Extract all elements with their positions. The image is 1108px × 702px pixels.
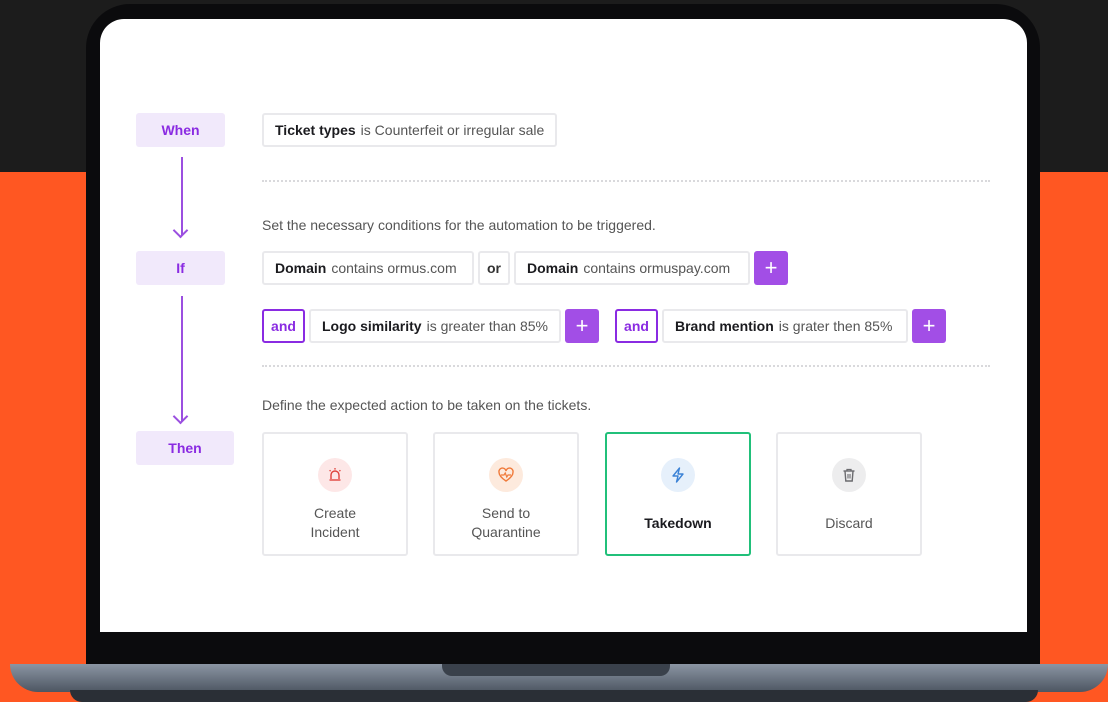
laptop-notch — [442, 664, 670, 676]
trigger-field: Ticket types — [275, 122, 356, 138]
siren-icon — [318, 458, 352, 492]
laptop-base-shadow — [70, 690, 1038, 702]
condition-value: contains ormuspay.com — [583, 260, 731, 276]
condition-field: Logo similarity — [322, 318, 422, 334]
action-send-to-quarantine[interactable]: Send to Quarantine — [433, 432, 579, 556]
condition-field: Domain — [527, 260, 579, 276]
action-label: Create Incident — [310, 505, 360, 540]
action-create-incident[interactable]: Create Incident — [262, 432, 408, 556]
operator-and[interactable]: and — [615, 309, 658, 343]
condition-field: Brand mention — [675, 318, 774, 334]
arrow-down-icon — [181, 296, 183, 421]
step-when: When — [136, 113, 225, 147]
trigger-condition: is Counterfeit or irregular sale — [360, 122, 545, 138]
automation-screen: When If Then Ticket types is Counterfeit… — [100, 19, 1027, 632]
operator-and[interactable]: and — [262, 309, 305, 343]
lightning-icon — [661, 458, 695, 492]
add-condition-button[interactable]: + — [754, 251, 788, 285]
actions-hint: Define the expected action to be taken o… — [262, 397, 592, 413]
divider — [262, 180, 990, 182]
action-label: Send to Quarantine — [471, 505, 541, 540]
condition-brand-mention[interactable]: Brand mention is grater then 85% — [662, 309, 908, 343]
condition-logo-similarity[interactable]: Logo similarity is greater than 85% — [309, 309, 561, 343]
add-condition-button[interactable]: + — [912, 309, 946, 343]
step-if: If — [136, 251, 225, 285]
condition-field: Domain — [275, 260, 327, 276]
divider — [262, 365, 990, 367]
step-then: Then — [136, 431, 234, 465]
action-takedown[interactable]: Takedown — [605, 432, 751, 556]
operator-or[interactable]: or — [478, 251, 510, 285]
heart-pulse-icon — [489, 458, 523, 492]
add-condition-button[interactable]: + — [565, 309, 599, 343]
action-label: Takedown — [644, 515, 712, 531]
condition-value: is grater then 85% — [778, 318, 893, 334]
trash-icon — [832, 458, 866, 492]
condition-value: contains ormus.com — [331, 260, 457, 276]
arrow-down-icon — [181, 157, 183, 235]
action-discard[interactable]: Discard — [776, 432, 922, 556]
conditions-hint: Set the necessary conditions for the aut… — [262, 217, 656, 233]
action-label: Discard — [825, 515, 873, 531]
condition-domain-ormus[interactable]: Domain contains ormus.com — [262, 251, 474, 285]
condition-domain-ormuspay[interactable]: Domain contains ormuspay.com — [514, 251, 750, 285]
trigger-chip[interactable]: Ticket types is Counterfeit or irregular… — [262, 113, 558, 147]
condition-value: is greater than 85% — [426, 318, 548, 334]
